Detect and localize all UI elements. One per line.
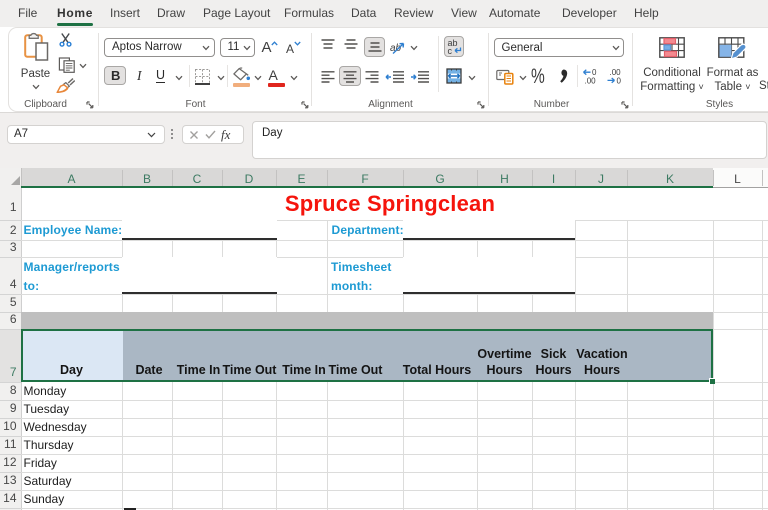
svg-text:0: 0	[616, 76, 621, 84]
svg-text:ab: ab	[390, 43, 402, 54]
svg-text:c: c	[447, 46, 452, 55]
svg-text:.00: .00	[585, 76, 597, 84]
